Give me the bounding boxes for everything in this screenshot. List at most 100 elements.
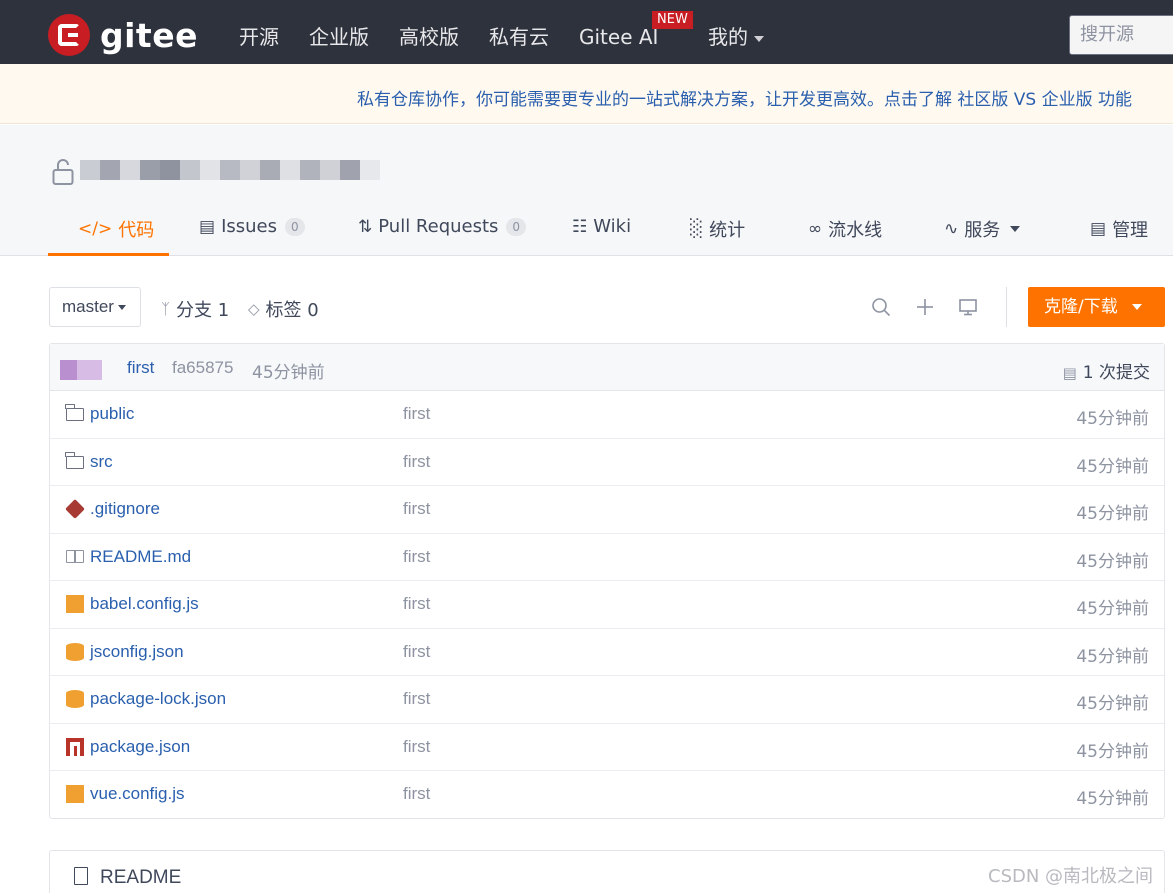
web-ide-icon[interactable] xyxy=(958,297,978,317)
nav-private-cloud[interactable]: 私有云 xyxy=(489,24,549,50)
issues-count: 0 xyxy=(285,217,305,236)
commit-sha[interactable]: fa65875 xyxy=(172,358,233,378)
gitee-logo[interactable]: gitee xyxy=(48,14,198,56)
clone-download-button[interactable]: 克隆/下载 xyxy=(1028,287,1165,327)
commit-count-link[interactable]: ▤ 1 次提交 xyxy=(1063,358,1150,383)
table-row[interactable]: package-lock.json first 45分钟前 xyxy=(50,676,1164,724)
promo-banner: 私有仓库协作，你可能需要更专业的一站式解决方案，让开发更高效。点击了解 社区版 … xyxy=(0,64,1173,124)
file-time: 45分钟前 xyxy=(1076,456,1149,477)
nav-mine[interactable]: 我的 xyxy=(708,24,764,50)
file-name[interactable]: src xyxy=(90,452,113,472)
tab-service-label: 服务 xyxy=(964,220,1001,241)
table-row[interactable]: public first 45分钟前 xyxy=(50,391,1164,439)
issues-icon: ▤ xyxy=(199,216,216,237)
avatar[interactable] xyxy=(60,360,102,380)
file-commit-message[interactable]: first xyxy=(403,547,430,567)
tab-code[interactable]: </> 代码 xyxy=(78,216,154,242)
brand-name: gitee xyxy=(100,15,198,55)
blurred-repo-name xyxy=(80,160,380,192)
nav-open-source[interactable]: 开源 xyxy=(239,24,279,50)
pull-requests-count: 0 xyxy=(506,217,527,236)
file-name[interactable]: .gitignore xyxy=(90,499,160,519)
file-name[interactable]: package.json xyxy=(90,737,190,757)
gitee-logo-icon xyxy=(48,14,90,56)
folder-icon xyxy=(65,404,84,421)
nav-education[interactable]: 高校版 xyxy=(399,24,459,50)
js-file-icon xyxy=(66,595,84,613)
readme-icon xyxy=(66,549,84,563)
nav-gitee-ai[interactable]: Gitee AI xyxy=(579,24,658,50)
commits-icon: ▤ xyxy=(1062,364,1077,382)
file-commit-message[interactable]: first xyxy=(403,689,430,709)
tab-wiki[interactable]: ☷ Wiki xyxy=(572,216,631,237)
commit-time: 45分钟前 xyxy=(252,363,325,383)
tab-issues[interactable]: ▤ Issues 0 xyxy=(199,216,305,237)
table-row[interactable]: babel.config.js first 45分钟前 xyxy=(50,581,1164,629)
file-commit-message[interactable]: first xyxy=(403,452,430,472)
file-time: 45分钟前 xyxy=(1076,409,1149,429)
tab-manage[interactable]: ▤ 管理 xyxy=(1090,216,1148,242)
tab-pull-requests[interactable]: ⇅ Pull Requests 0 xyxy=(358,216,527,237)
table-row[interactable]: jsconfig.json first 45分钟前 xyxy=(50,629,1164,676)
git-icon xyxy=(65,499,85,519)
file-commit-message[interactable]: first xyxy=(403,404,430,424)
file-commit-message[interactable]: first xyxy=(403,737,430,757)
file-list: first fa65875 45分钟前 ▤ 1 次提交 public first … xyxy=(49,343,1165,819)
js-file-icon xyxy=(66,785,84,803)
branch-select[interactable]: master xyxy=(49,287,141,327)
add-file-icon[interactable] xyxy=(915,297,935,317)
file-name[interactable]: babel.config.js xyxy=(90,594,199,614)
tab-wiki-label: Wiki xyxy=(593,216,632,237)
tab-stats[interactable]: ░ 统计 xyxy=(690,216,745,242)
service-icon: ∿ xyxy=(944,219,959,239)
commit-message[interactable]: first xyxy=(127,358,154,378)
tab-code-label: 代码 xyxy=(118,220,155,241)
clone-download-label: 克隆/下载 xyxy=(1044,297,1118,317)
readme-icon xyxy=(74,867,88,885)
file-commit-message[interactable]: first xyxy=(403,499,430,519)
tab-pull-requests-label: Pull Requests xyxy=(378,216,499,237)
table-row[interactable]: vue.config.js first 45分钟前 xyxy=(50,771,1164,819)
tag-icon: ◇ xyxy=(248,300,260,318)
tab-service[interactable]: ∿ 服务 xyxy=(944,216,1021,242)
table-row[interactable]: src first 45分钟前 xyxy=(50,439,1164,486)
file-time: 45分钟前 xyxy=(1076,504,1149,524)
tab-manage-label: 管理 xyxy=(1112,220,1149,241)
branches-link[interactable]: ᛉ 分支 1 xyxy=(161,296,229,322)
search-input[interactable]: 搜开源 xyxy=(1069,15,1173,55)
tab-pipeline[interactable]: ∞ 流水线 xyxy=(808,216,882,242)
readme-title: README xyxy=(100,867,182,888)
file-time: 45分钟前 xyxy=(1076,551,1149,572)
pipeline-icon: ∞ xyxy=(808,219,823,239)
watermark: CSDN @南北极之间 xyxy=(988,866,1154,887)
table-row[interactable]: README.md first 45分钟前 xyxy=(50,534,1164,581)
unlock-icon xyxy=(52,159,74,185)
manage-icon: ▤ xyxy=(1090,219,1107,239)
file-time: 45分钟前 xyxy=(1076,789,1149,809)
new-badge: NEW xyxy=(652,11,693,29)
branches-count: 分支 1 xyxy=(176,300,230,321)
latest-commit-row: first fa65875 45分钟前 ▤ 1 次提交 xyxy=(50,344,1164,391)
file-commit-message[interactable]: first xyxy=(403,642,430,662)
tags-link[interactable]: ◇ 标签 0 xyxy=(248,296,319,322)
file-name[interactable]: vue.config.js xyxy=(90,784,185,804)
json-file-icon xyxy=(66,690,84,708)
tab-stats-label: 统计 xyxy=(709,220,746,241)
json-file-icon xyxy=(66,642,84,661)
table-row[interactable]: .gitignore first 45分钟前 xyxy=(50,486,1164,534)
wiki-icon: ☷ xyxy=(572,216,588,237)
file-name[interactable]: package-lock.json xyxy=(90,689,226,709)
file-commit-message[interactable]: first xyxy=(403,594,430,614)
chevron-down-icon xyxy=(754,35,764,42)
nav-enterprise[interactable]: 企业版 xyxy=(309,24,369,50)
npm-icon xyxy=(66,737,84,756)
promo-banner-link[interactable]: 私有仓库协作，你可能需要更专业的一站式解决方案，让开发更高效。点击了解 社区版 … xyxy=(357,85,1132,110)
nav-mine-label: 我的 xyxy=(708,25,748,49)
file-commit-message[interactable]: first xyxy=(403,784,430,804)
table-row[interactable]: package.json first 45分钟前 xyxy=(50,724,1164,771)
search-icon[interactable] xyxy=(871,297,891,317)
file-name[interactable]: jsconfig.json xyxy=(90,642,184,662)
file-name[interactable]: public xyxy=(90,404,134,424)
file-name[interactable]: README.md xyxy=(90,547,191,567)
stats-icon: ░ xyxy=(690,219,704,239)
